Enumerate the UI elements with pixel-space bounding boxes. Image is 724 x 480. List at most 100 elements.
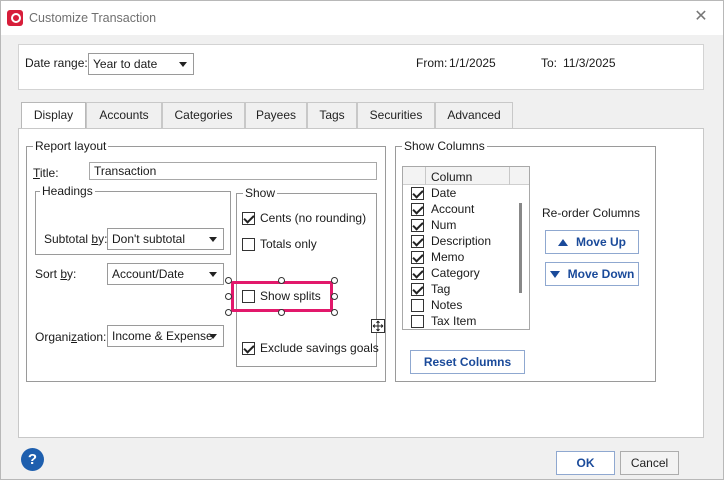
organization-label: Organization:: [35, 330, 107, 344]
sort-dropdown[interactable]: Account/Date: [107, 263, 224, 285]
list-item[interactable]: Memo: [403, 250, 515, 266]
organization-value: Income & Expense: [112, 329, 213, 343]
show-splits-label: Show splits: [260, 289, 321, 303]
column-tag-label: Tag: [431, 282, 451, 296]
title-input[interactable]: Transaction: [89, 162, 377, 180]
sort-value: Account/Date: [112, 267, 185, 281]
column-tax-item-label: Tax Item: [431, 314, 477, 328]
to-date: 11/3/2025: [563, 56, 616, 70]
reorder-columns-label: Re-order Columns: [542, 206, 641, 220]
resize-handle[interactable]: [331, 293, 338, 300]
list-item[interactable]: Date: [403, 186, 515, 202]
subtotal-label: Subtotal by:: [44, 232, 108, 246]
show-columns-title: Show Columns: [402, 139, 487, 153]
column-date-label: Date: [431, 186, 457, 200]
column-date-checkbox[interactable]: [411, 187, 424, 200]
column-notes-label: Notes: [431, 298, 463, 312]
ok-label: OK: [576, 456, 595, 470]
resize-handle[interactable]: [278, 309, 285, 316]
reset-columns-label: Reset Columns: [423, 355, 512, 369]
from-date: 1/1/2025: [449, 56, 496, 70]
resize-handle[interactable]: [331, 309, 338, 316]
report-layout-title: Report layout: [33, 139, 109, 153]
date-range-value: Year to date: [93, 57, 158, 71]
resize-handle[interactable]: [278, 277, 285, 284]
move-down-label: Move Down: [567, 267, 635, 281]
column-num-label: Num: [431, 218, 457, 232]
triangle-down-icon: [549, 271, 560, 279]
column-header-label: Column: [431, 170, 473, 184]
move-up-label: Move Up: [575, 235, 626, 249]
window-title: Customize Transaction: [29, 11, 157, 25]
chevron-down-icon: [179, 62, 187, 67]
tab-tags[interactable]: Tags: [307, 102, 357, 128]
column-category-checkbox[interactable]: [411, 267, 424, 280]
title-label: Title:: [33, 166, 59, 180]
sort-label: Sort by:: [35, 267, 77, 281]
move-down-button[interactable]: Move Down: [545, 262, 639, 286]
column-notes-checkbox[interactable]: [411, 299, 424, 312]
list-item[interactable]: Notes: [403, 298, 515, 314]
list-item[interactable]: Tax Item: [403, 314, 515, 329]
column-memo-checkbox[interactable]: [411, 251, 424, 264]
chevron-down-icon: [209, 272, 217, 277]
resize-handle[interactable]: [225, 309, 232, 316]
tab-securities[interactable]: Securities: [357, 102, 435, 128]
ok-button[interactable]: OK: [556, 451, 615, 475]
move-up-button[interactable]: Move Up: [545, 230, 639, 254]
resize-handle[interactable]: [331, 277, 338, 284]
list-scrollbar[interactable]: [519, 203, 522, 293]
exclude-savings-goals-label: Exclude savings goals: [260, 341, 379, 355]
column-account-checkbox[interactable]: [411, 203, 424, 216]
triangle-up-icon: [557, 239, 568, 247]
date-range-label: Date range:: [25, 56, 88, 70]
cents-label: Cents (no rounding): [260, 211, 367, 225]
quicken-logo-icon: [7, 10, 23, 26]
date-range-dropdown[interactable]: Year to date: [88, 53, 194, 75]
tab-payees[interactable]: Payees: [245, 102, 307, 128]
list-item[interactable]: Category: [403, 266, 515, 282]
to-label: To:: [541, 56, 558, 70]
reset-columns-button[interactable]: Reset Columns: [410, 350, 525, 374]
headings-title: Headings: [40, 184, 95, 198]
subtotal-value: Don't subtotal: [112, 232, 186, 246]
subtotal-dropdown[interactable]: Don't subtotal: [107, 228, 224, 250]
exclude-savings-goals-checkbox[interactable]: [242, 342, 255, 355]
column-tag-checkbox[interactable]: [411, 283, 424, 296]
from-label: From:: [416, 56, 448, 70]
cents-checkbox[interactable]: [242, 212, 255, 225]
tab-categories[interactable]: Categories: [162, 102, 245, 128]
chevron-down-icon: [209, 334, 217, 339]
column-header: Column: [403, 167, 529, 185]
customize-transaction-dialog: Customize Transaction ✕ Date range: Year…: [0, 0, 724, 480]
list-item[interactable]: Description: [403, 234, 515, 250]
column-memo-label: Memo: [431, 250, 465, 264]
list-item[interactable]: Account: [403, 202, 515, 218]
list-item[interactable]: Tag: [403, 282, 515, 298]
move-icon[interactable]: [371, 319, 385, 333]
tab-accounts[interactable]: Accounts: [86, 102, 162, 128]
list-item[interactable]: Num: [403, 218, 515, 234]
cancel-button[interactable]: Cancel: [620, 451, 679, 475]
columns-list[interactable]: Column Date Account Num Description Memo…: [402, 166, 530, 330]
column-tax-item-checkbox[interactable]: [411, 315, 424, 328]
tab-advanced[interactable]: Advanced: [435, 102, 513, 128]
tab-display[interactable]: Display: [21, 102, 86, 129]
chevron-down-icon: [209, 237, 217, 242]
title-bar: Customize Transaction ✕: [1, 1, 723, 35]
column-account-label: Account: [431, 202, 475, 216]
show-title: Show: [243, 186, 278, 200]
resize-handle[interactable]: [225, 277, 232, 284]
help-icon[interactable]: ?: [21, 448, 44, 471]
show-splits-checkbox[interactable]: [242, 290, 255, 303]
totals-only-checkbox[interactable]: [242, 238, 255, 251]
organization-dropdown[interactable]: Income & Expense: [107, 325, 224, 347]
cancel-label: Cancel: [630, 456, 669, 470]
close-icon[interactable]: ✕: [691, 7, 711, 27]
column-description-label: Description: [431, 234, 492, 248]
column-category-label: Category: [431, 266, 480, 280]
column-num-checkbox[interactable]: [411, 219, 424, 232]
totals-only-label: Totals only: [260, 237, 317, 251]
resize-handle[interactable]: [225, 293, 232, 300]
column-description-checkbox[interactable]: [411, 235, 424, 248]
